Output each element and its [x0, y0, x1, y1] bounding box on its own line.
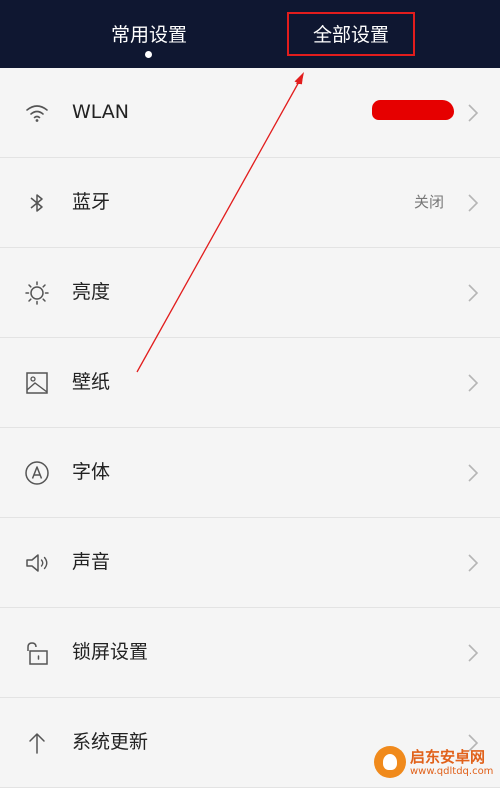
settings-row-lock-screen[interactable]: 锁屏设置: [0, 608, 500, 698]
watermark-url: www.qdltdq.com: [410, 766, 494, 777]
chevron-right-icon: [468, 644, 479, 662]
settings-row-sound[interactable]: 声音: [0, 518, 500, 608]
watermark-title: 启东安卓网: [410, 748, 486, 766]
wallpaper-icon: [26, 372, 48, 394]
bluetooth-icon: [30, 194, 43, 212]
settings-row-wlan[interactable]: WLAN: [0, 68, 500, 158]
settings-row-label: 亮度: [72, 281, 111, 303]
chevron-right-icon: [468, 284, 479, 302]
settings-list: WLAN 蓝牙 关闭 亮度 壁纸 字体 声音 锁屏设置 系统更新: [0, 68, 500, 788]
settings-row-label: 蓝牙: [72, 191, 111, 213]
site-watermark: 启东安卓网 www.qdltdq.com: [368, 744, 500, 784]
chevron-right-icon: [468, 374, 479, 392]
redacted-network-name: [372, 100, 454, 120]
settings-row-bluetooth[interactable]: 蓝牙 关闭: [0, 158, 500, 248]
settings-row-brightness[interactable]: 亮度: [0, 248, 500, 338]
brightness-icon: [25, 281, 49, 305]
chevron-right-icon: [468, 104, 479, 122]
bluetooth-status: 关闭: [413, 193, 444, 211]
active-tab-indicator: [145, 51, 152, 58]
chevron-right-icon: [468, 464, 479, 482]
top-tab-bar: 常用设置 全部设置: [0, 0, 500, 68]
arrow-up-icon: [29, 733, 45, 754]
settings-row-label: 系统更新: [72, 731, 149, 753]
chevron-right-icon: [468, 554, 479, 572]
settings-row-label: 壁纸: [72, 371, 111, 393]
settings-row-wallpaper[interactable]: 壁纸: [0, 338, 500, 428]
annotation-highlight-box: [287, 12, 415, 56]
settings-row-font[interactable]: 字体: [0, 428, 500, 518]
settings-row-label: WLAN: [72, 101, 130, 123]
wifi-icon: [26, 105, 48, 122]
settings-row-label: 字体: [72, 461, 111, 483]
unlock-icon: [27, 642, 48, 665]
chevron-right-icon: [468, 194, 479, 212]
tab-common-settings[interactable]: 常用设置: [98, 18, 200, 52]
settings-row-label: 声音: [72, 551, 111, 573]
watermark-logo-icon: [374, 746, 406, 778]
font-icon: [25, 461, 49, 485]
settings-row-label: 锁屏设置: [72, 641, 149, 663]
speaker-icon: [26, 554, 48, 572]
